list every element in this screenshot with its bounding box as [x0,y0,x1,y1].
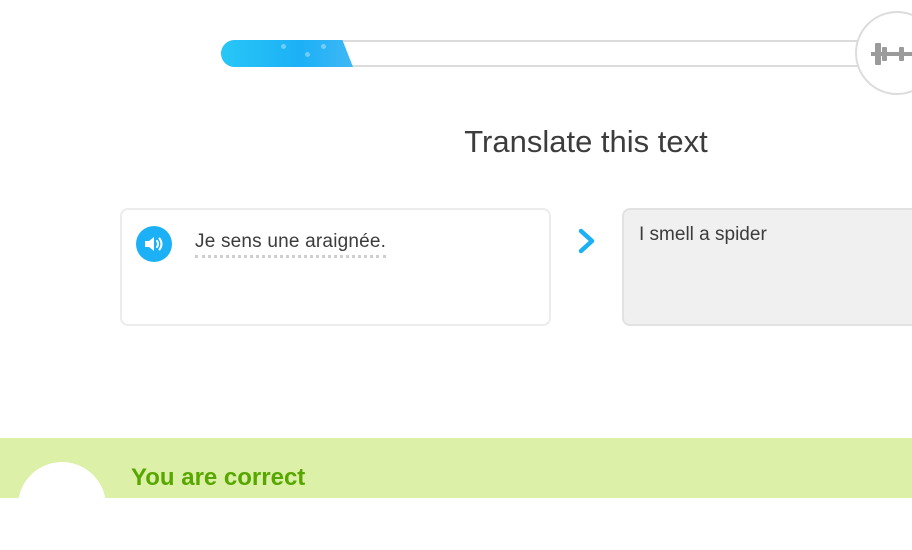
speaker-icon [145,237,163,251]
play-audio-button[interactable] [136,226,172,262]
result-badge [18,462,106,550]
progress-shine [321,44,326,49]
chevron-right-icon [578,228,595,254]
progress-shine [305,52,310,57]
source-sentence[interactable]: Je sens une araignée. [195,231,387,258]
result-footer: You are correct [0,438,912,550]
lesson-progress-fill [221,40,353,67]
strength-indicator [855,11,912,95]
progress-shine [281,44,286,49]
page-title: Translate this text [464,124,708,159]
source-sentence-card: Je sens une araignée. [120,208,551,326]
answer-input[interactable]: I smell a spider [622,208,912,326]
result-message: You are correct [131,464,306,491]
dumbbell-icon [871,43,912,65]
